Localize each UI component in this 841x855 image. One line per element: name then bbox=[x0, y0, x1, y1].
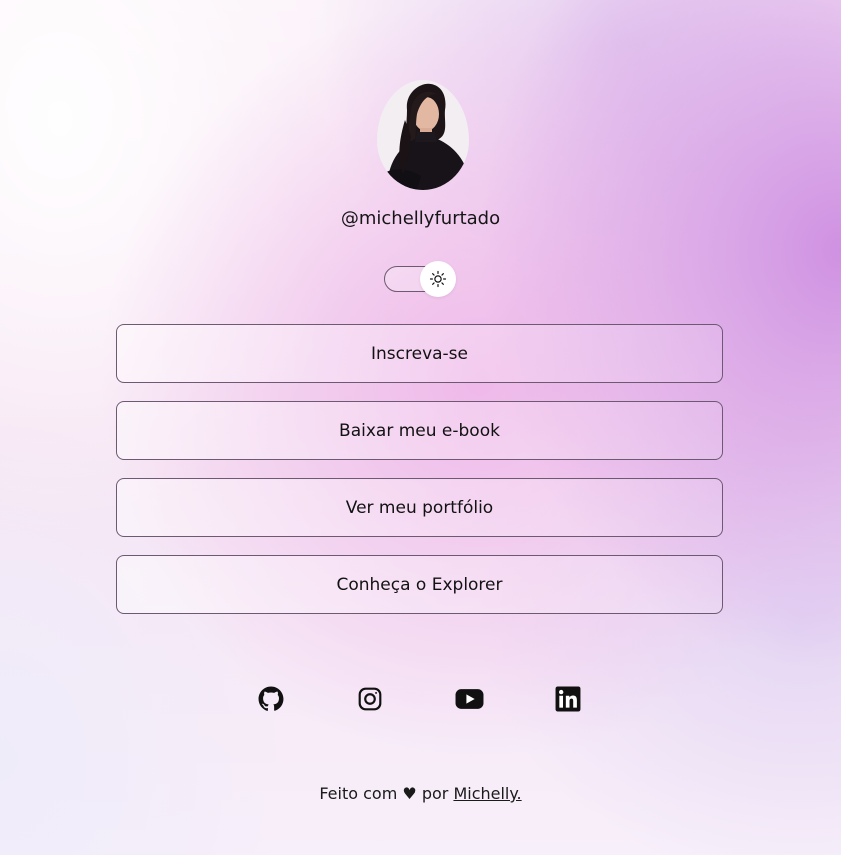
author-link[interactable]: Michelly. bbox=[453, 784, 521, 803]
linkedin-icon bbox=[555, 686, 581, 712]
footer: Feito com ♥ por Michelly. bbox=[0, 784, 841, 803]
portfolio-button[interactable]: Ver meu portfólio bbox=[116, 478, 723, 537]
explorer-button[interactable]: Conheça o Explorer bbox=[116, 555, 723, 614]
sun-icon bbox=[429, 270, 447, 288]
youtube-icon bbox=[455, 689, 484, 709]
github-link[interactable] bbox=[258, 686, 284, 712]
toggle-knob[interactable] bbox=[420, 261, 456, 297]
username: @michellyfurtado bbox=[340, 208, 501, 229]
theme-toggle[interactable] bbox=[384, 261, 456, 297]
instagram-icon bbox=[358, 687, 382, 711]
youtube-link[interactable] bbox=[455, 686, 484, 712]
social-links bbox=[0, 686, 841, 714]
download-ebook-button[interactable]: Baixar meu e-book bbox=[116, 401, 723, 460]
footer-prefix: Feito com bbox=[319, 784, 398, 803]
footer-by: por bbox=[421, 784, 449, 803]
heart-icon: ♥ bbox=[402, 784, 417, 803]
github-icon bbox=[258, 686, 284, 711]
avatar bbox=[377, 80, 469, 190]
linkedin-link[interactable] bbox=[555, 686, 581, 712]
subscribe-button[interactable]: Inscreva-se bbox=[116, 324, 723, 383]
instagram-link[interactable] bbox=[357, 686, 383, 712]
links-list: Inscreva-se Baixar meu e-book Ver meu po… bbox=[116, 324, 723, 632]
